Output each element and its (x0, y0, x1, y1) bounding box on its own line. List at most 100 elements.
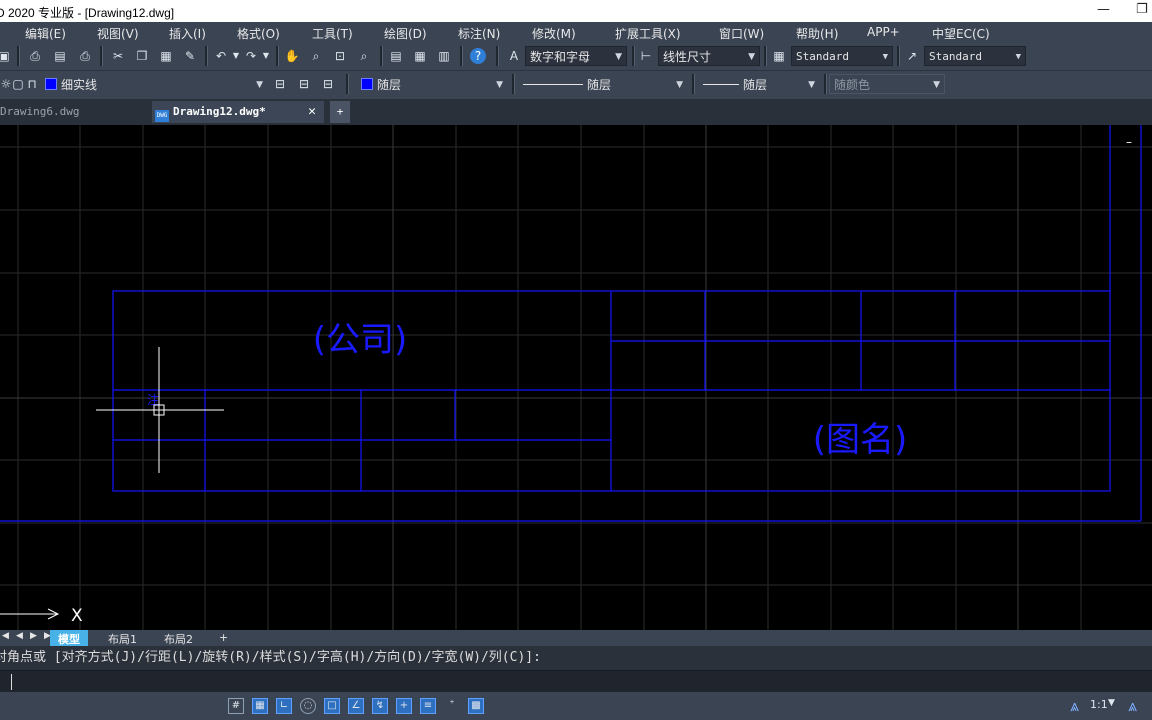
menu-modify[interactable]: 修改(M) (532, 25, 576, 42)
viewport-minimize-icon[interactable]: – (1126, 135, 1132, 149)
undo-dropdown-icon[interactable]: ▼ (228, 48, 244, 64)
menu-insert[interactable]: 插入(I) (169, 25, 206, 42)
title-block[interactable] (0, 125, 1142, 522)
layer-select[interactable]: 细实线 ▼ (40, 74, 268, 94)
menu-help[interactable]: 帮助(H) (796, 25, 838, 42)
color-select[interactable]: 随层 ▼ (356, 74, 508, 94)
polar-toggle-icon[interactable]: ◌ (300, 698, 316, 714)
save-icon[interactable]: ▣ (0, 48, 12, 64)
menu-extend-tools[interactable]: 扩展工具(X) (615, 25, 681, 42)
text-style-select[interactable]: 数字和字母 ▼ (525, 46, 627, 66)
selection-cycling-icon[interactable]: ▩ (468, 698, 484, 714)
first-layout-icon[interactable]: ◀ (2, 631, 9, 641)
standard-toolbar: ▣ ⎙ ▤ ⎙ ✂ ❐ ▦ ✎ ↶ ▼ ↷ ▼ ✋ ⌕ ⊡ ⌕ ▤ ▦ ▥ ? … (0, 42, 1152, 70)
next-layout-icon[interactable]: ▶ (30, 631, 37, 641)
annotation-scale-icon[interactable]: ⩓ (1070, 696, 1079, 716)
company-text[interactable]: (公司) (313, 320, 408, 360)
menu-window[interactable]: 窗口(W) (719, 25, 764, 42)
otrack-toggle-icon[interactable]: ∠ (348, 698, 364, 714)
menu-edit[interactable]: 编辑(E) (25, 25, 66, 42)
redo-icon[interactable]: ↷ (243, 48, 259, 64)
lineweight-toggle-icon[interactable]: ≡ (420, 698, 436, 714)
make-current-layer-icon[interactable]: ⊟ (272, 76, 288, 92)
print-icon[interactable]: ⎙ (27, 48, 43, 64)
document-tabs: Drawing6.dwg DWG Drawing12.dwg* ✕ + (0, 99, 1152, 125)
annotation-scale-value[interactable]: 1:1 (1090, 698, 1108, 711)
dynamic-ucs-icon[interactable]: ↯ (372, 698, 388, 714)
menu-draw[interactable]: 绘图(D) (384, 25, 427, 42)
layer-color-swatch (45, 78, 57, 90)
menu-tools[interactable]: 工具(T) (312, 25, 353, 42)
close-icon[interactable]: ✕ (308, 101, 316, 123)
multileader-style-select[interactable]: Standard ▼ (924, 46, 1026, 66)
cut-icon[interactable]: ✂ (110, 48, 126, 64)
linetype-value: 随层 (587, 78, 612, 92)
layer-previous-icon[interactable]: ⊟ (296, 76, 312, 92)
help-icon[interactable]: ? (470, 48, 486, 64)
pan-icon[interactable]: ✋ (284, 48, 300, 64)
publish-icon[interactable]: ⎙ (77, 48, 93, 64)
print-preview-icon[interactable]: ▤ (52, 48, 68, 64)
multileader-style-icon[interactable]: ↗ (904, 48, 920, 64)
drawing-name-text[interactable]: (图名) (813, 420, 908, 460)
snap-toggle-icon[interactable]: ▦ (252, 698, 268, 714)
linetype-select[interactable]: 随层 ▼ (518, 74, 688, 94)
toolbar-separator (496, 46, 499, 66)
osnap-toggle-icon[interactable]: □ (324, 698, 340, 714)
restore-button[interactable]: ❐ (1136, 2, 1148, 17)
table-style-icon[interactable]: ▦ (771, 48, 787, 64)
command-input[interactable] (0, 670, 1152, 693)
menu-view[interactable]: 视图(V) (97, 25, 139, 42)
major-grid (0, 125, 1152, 630)
transparency-toggle-icon[interactable]: ⁺ (444, 698, 460, 714)
dim-style-value: 线性尺寸 (663, 50, 712, 64)
add-layout-button[interactable]: + (219, 631, 228, 644)
zoom-previous-icon[interactable]: ⌕ (356, 48, 372, 64)
model-space[interactable]: (公司) (图名) 注 X – (0, 125, 1152, 630)
menu-dimension[interactable]: 标注(N) (458, 25, 500, 42)
layer-state-icon[interactable]: ⊟ (320, 76, 336, 92)
table-style-select[interactable]: Standard ▼ (791, 46, 893, 66)
layout-tabs: ◀ ◀ ▶ ▶ 模型 布局1 布局2 + (0, 630, 1152, 648)
match-properties-icon[interactable]: ✎ (182, 48, 198, 64)
chevron-down-icon: ▼ (676, 80, 683, 90)
undo-icon[interactable]: ↶ (213, 48, 229, 64)
menu-zwec[interactable]: 中望EC(C) (932, 25, 990, 42)
drawing-canvas[interactable]: (公司) (图名) 注 X – (0, 125, 1152, 630)
chevron-down-icon[interactable]: ▼ (1108, 698, 1115, 708)
grid-toggle-icon[interactable]: # (228, 698, 244, 714)
paste-icon[interactable]: ▦ (158, 48, 174, 64)
design-center-icon[interactable]: ▦ (412, 48, 428, 64)
text-style-icon[interactable]: A (506, 48, 522, 64)
dynamic-input-icon[interactable]: + (396, 698, 412, 714)
properties-icon[interactable]: ▤ (388, 48, 404, 64)
chevron-down-icon: ▼ (882, 52, 888, 62)
minimize-button[interactable]: — (1097, 2, 1110, 17)
ortho-toggle-icon[interactable]: ∟ (276, 698, 292, 714)
chevron-down-icon: ▼ (1015, 52, 1021, 62)
tab-layout2[interactable]: 布局2 (164, 631, 193, 647)
menu-app-plus[interactable]: APP+ (867, 25, 900, 39)
tool-palettes-icon[interactable]: ▥ (436, 48, 452, 64)
dim-style-icon[interactable]: ⊢ (638, 48, 654, 64)
layer-lock-icon[interactable]: ⊓ (24, 76, 40, 92)
title-bar: D 2020 专业版 - [Drawing12.dwg] — ❐ (0, 0, 1152, 22)
multileader-style-value: Standard (929, 50, 982, 63)
tab-drawing6[interactable]: Drawing6.dwg (0, 101, 150, 123)
dim-style-select[interactable]: 线性尺寸 ▼ (658, 46, 760, 66)
redo-dropdown-icon[interactable]: ▼ (258, 48, 274, 64)
lineweight-preview (703, 84, 739, 85)
new-tab-button[interactable]: + (330, 101, 350, 123)
annotation-visibility-icon[interactable]: ⩓ (1128, 696, 1137, 716)
zoom-realtime-icon[interactable]: ⌕ (308, 48, 324, 64)
toolbar-separator (824, 74, 827, 94)
copy-icon[interactable]: ❐ (134, 48, 150, 64)
menu-format[interactable]: 格式(O) (237, 25, 280, 42)
lineweight-select[interactable]: 随层 ▼ (698, 74, 820, 94)
tab-drawing12[interactable]: DWG Drawing12.dwg* ✕ (152, 101, 324, 123)
prev-layout-icon[interactable]: ◀ (16, 631, 23, 641)
new-drawing-icon: + (336, 105, 344, 118)
tab-layout1[interactable]: 布局1 (108, 631, 137, 647)
chevron-down-icon: ▼ (496, 80, 503, 90)
zoom-window-icon[interactable]: ⊡ (332, 48, 348, 64)
